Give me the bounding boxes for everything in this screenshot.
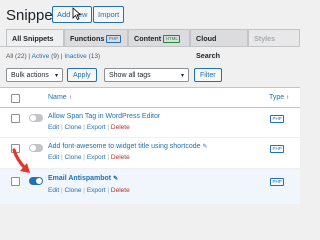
export-link[interactable]: Export (87, 187, 106, 194)
snippet-name-link[interactable]: Add font-awesome to widget title using s… (48, 143, 208, 150)
bulk-actions-value: Bulk actions (11, 72, 49, 79)
activation-toggle[interactable] (29, 114, 43, 122)
sort-icon: ↑ (286, 95, 290, 101)
name-column-header[interactable]: Name ↑ (48, 94, 72, 101)
tab-divider (0, 46, 300, 47)
filter-active[interactable]: Active (32, 53, 50, 60)
filter-inactive-count: (13) (88, 53, 101, 60)
tab-content[interactable]: Content HTML (128, 29, 190, 46)
type-column-header[interactable]: Type ↑ (269, 94, 289, 101)
delete-link[interactable]: Delete (111, 154, 130, 161)
tab-functions[interactable]: Functions PHP (64, 29, 128, 46)
edit-link[interactable]: Edit (48, 124, 59, 131)
tab-label: Styles (254, 34, 276, 43)
tags-select-value: Show all tags (109, 72, 151, 79)
export-link[interactable]: Export (87, 154, 106, 161)
table-row: Add font-awesome to widget title using s… (0, 138, 300, 169)
table-header: Name ↑ Type ↑ (0, 88, 300, 108)
name-column-label: Name (48, 94, 67, 101)
red-arrow-annotation-icon (12, 148, 30, 173)
row-actions: Edit | Clone | Export | Delete (48, 124, 130, 131)
import-button[interactable]: Import (93, 6, 125, 23)
chevron-down-icon: ▾ (54, 73, 58, 79)
pin-icon: ✎ (202, 144, 208, 150)
export-link[interactable]: Export (87, 124, 106, 131)
row-checkbox[interactable] (11, 177, 20, 186)
chevron-down-icon: ▾ (180, 73, 184, 79)
filter-all-count: (22) (15, 53, 27, 60)
snippets-table: Name ↑ Type ↑ Allow Span Tag in WordPres… (0, 87, 300, 205)
clone-link[interactable]: Clone (65, 154, 82, 161)
table-row: Allow Span Tag in WordPress Editor Edit … (0, 108, 300, 138)
delete-link[interactable]: Delete (111, 124, 130, 131)
status-filters: All (22) | Active (9) | Inactive (13) (6, 53, 101, 60)
tags-select[interactable]: Show all tags ▾ (104, 68, 189, 82)
delete-link[interactable]: Delete (111, 187, 130, 194)
type-column-label: Type (269, 94, 285, 101)
tab-label: Cloud Search (196, 34, 220, 60)
mouse-pointer-icon (72, 7, 81, 20)
snippet-name-text: Add font-awesome to widget title using s… (48, 143, 201, 150)
tab-label: All Snippets (12, 34, 54, 43)
pin-icon: ✎ (113, 176, 119, 182)
php-badge: PHP (106, 35, 121, 44)
clone-link[interactable]: Clone (65, 187, 82, 194)
tab-all-snippets[interactable]: All Snippets (6, 29, 64, 47)
tab-styles[interactable]: Styles (248, 29, 300, 46)
edit-link[interactable]: Edit (48, 154, 59, 161)
tab-label: Functions (70, 34, 105, 43)
filter-button[interactable]: Filter (194, 68, 222, 82)
row-actions: Edit | Clone | Export | Delete (48, 187, 130, 194)
edit-link[interactable]: Edit (48, 187, 59, 194)
php-type-badge: PHP (270, 145, 285, 153)
activation-toggle[interactable] (29, 177, 43, 185)
snippet-name-link[interactable]: Email Antispambot ✎ (48, 175, 118, 182)
tab-label: Content (134, 34, 162, 43)
clone-link[interactable]: Clone (65, 124, 82, 131)
apply-button[interactable]: Apply (67, 68, 97, 82)
snippet-name-text: Email Antispambot (48, 175, 112, 182)
row-actions: Edit | Clone | Export | Delete (48, 154, 130, 161)
sort-icon: ↑ (68, 95, 72, 101)
row-checkbox[interactable] (11, 114, 20, 123)
php-type-badge: PHP (270, 115, 285, 123)
filter-all[interactable]: All (6, 53, 13, 60)
filter-inactive[interactable]: Inactive (64, 53, 86, 60)
php-type-badge: PHP (270, 178, 285, 186)
bulk-actions-select[interactable]: Bulk actions ▾ (6, 68, 63, 82)
tab-cloud-search[interactable]: Cloud Search (190, 29, 248, 60)
filter-active-count: (9) (51, 53, 60, 60)
table-row: Email Antispambot ✎ Edit | Clone | Export… (0, 169, 300, 205)
snippet-name-link[interactable]: Allow Span Tag in WordPress Editor (48, 113, 160, 120)
html-badge: HTML (163, 35, 181, 44)
select-all-checkbox[interactable] (11, 94, 20, 103)
